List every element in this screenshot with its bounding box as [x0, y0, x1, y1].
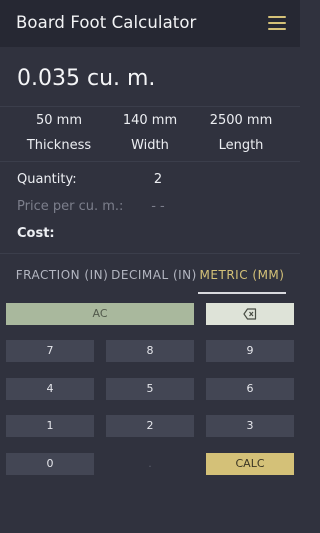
- key-2[interactable]: 2: [106, 415, 194, 437]
- clear-button[interactable]: AC: [6, 303, 194, 325]
- calc-button[interactable]: CALC: [206, 453, 294, 475]
- tab-metric-mm[interactable]: METRIC (MM): [198, 268, 286, 282]
- key-9[interactable]: 9: [206, 340, 294, 362]
- result-volume: 0.035 cu. m.: [17, 66, 156, 91]
- divider: [0, 106, 300, 107]
- tab-fraction-in[interactable]: FRACTION (IN): [14, 268, 110, 282]
- quantity-value[interactable]: 2: [130, 172, 186, 187]
- decimal-point-button[interactable]: .: [106, 453, 194, 475]
- key-5[interactable]: 5: [106, 378, 194, 400]
- app-title: Board Foot Calculator: [16, 13, 197, 32]
- length-label: Length: [218, 138, 264, 153]
- quantity-label: Quantity:: [17, 172, 77, 187]
- divider: [0, 253, 300, 254]
- dimension-length[interactable]: 2500 mm Length: [191, 111, 291, 155]
- backspace-icon: [243, 308, 257, 320]
- divider: [0, 161, 300, 162]
- dimension-thickness[interactable]: 50 mm Thickness: [9, 111, 109, 155]
- width-value: 140 mm: [122, 113, 178, 128]
- key-1[interactable]: 1: [6, 415, 94, 437]
- price-value[interactable]: - -: [130, 199, 186, 214]
- key-3[interactable]: 3: [206, 415, 294, 437]
- key-7[interactable]: 7: [6, 340, 94, 362]
- key-8[interactable]: 8: [106, 340, 194, 362]
- price-label: Price per cu. m.:: [17, 199, 124, 214]
- key-4[interactable]: 4: [6, 378, 94, 400]
- app-bar: Board Foot Calculator: [0, 0, 300, 47]
- cost-label: Cost:: [17, 226, 55, 241]
- thickness-label: Thickness: [26, 138, 92, 153]
- active-tab-indicator: [198, 292, 286, 294]
- unit-tabs: FRACTION (IN) DECIMAL (IN) METRIC (MM): [0, 262, 300, 296]
- dimensions-row: 50 mm Thickness 140 mm Width 2500 mm Len…: [0, 111, 300, 155]
- tab-decimal-in[interactable]: DECIMAL (IN): [110, 268, 198, 282]
- length-value: 2500 mm: [209, 113, 273, 128]
- backspace-button[interactable]: [206, 303, 294, 325]
- menu-icon[interactable]: [268, 16, 286, 30]
- width-label: Width: [131, 138, 169, 153]
- dimension-width[interactable]: 140 mm Width: [100, 111, 200, 155]
- key-6[interactable]: 6: [206, 378, 294, 400]
- thickness-value: 50 mm: [35, 113, 82, 128]
- key-0[interactable]: 0: [6, 453, 94, 475]
